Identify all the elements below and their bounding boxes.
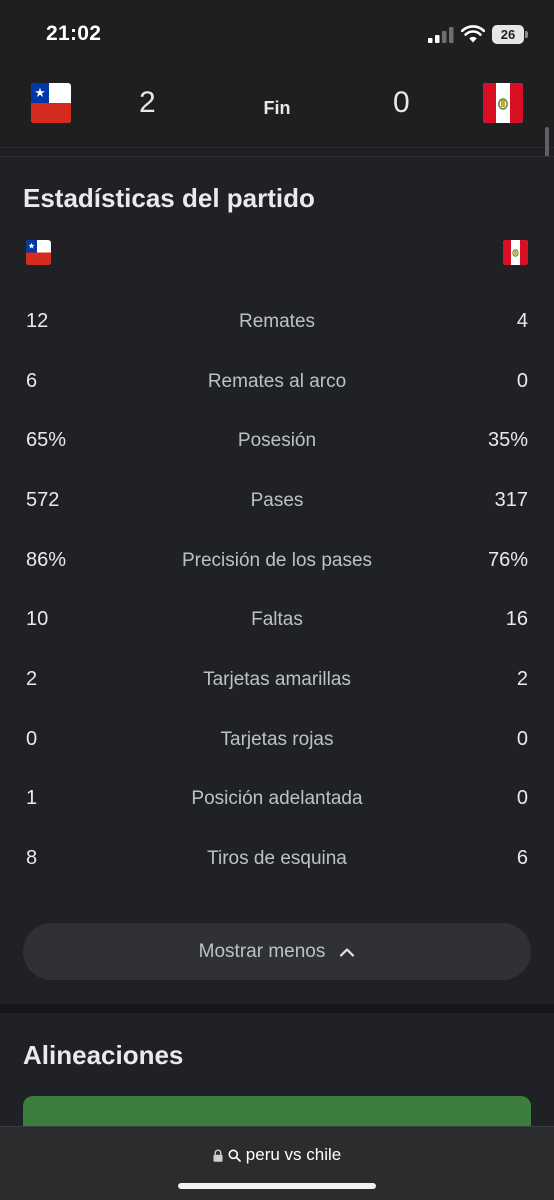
- stat-row-passes: 572 Pases 317: [0, 481, 554, 521]
- away-score: 0: [393, 86, 410, 119]
- stat-row-possession: 65% Posesión 35%: [0, 421, 554, 461]
- browser-url-bar[interactable]: peru vs chile: [0, 1126, 554, 1200]
- stat-away-value: 0: [516, 728, 528, 750]
- stat-row-corners: 8 Tiros de esquina 6: [0, 839, 554, 879]
- stat-away-value: 16: [505, 608, 528, 630]
- chevron-up-icon: [340, 947, 355, 957]
- stat-row-yellow-cards: 2 Tarjetas amarillas 2: [0, 660, 554, 700]
- status-time: 21:02: [46, 22, 102, 45]
- stat-label: Tarjetas rojas: [220, 729, 334, 750]
- search-icon: [228, 1149, 241, 1162]
- stat-label: Tarjetas amarillas: [203, 669, 351, 690]
- stat-away-value: 76%: [487, 549, 528, 571]
- stat-label: Pases: [250, 490, 304, 511]
- stat-row-shots-on-target: 6 Remates al arco 0: [0, 362, 554, 402]
- section-divider: [0, 1004, 554, 1013]
- show-less-button[interactable]: Mostrar menos: [23, 923, 531, 980]
- peru-flag-icon: [503, 240, 528, 265]
- stat-away-value: 2: [516, 668, 528, 690]
- stat-label: Precisión de los pases: [181, 550, 373, 571]
- stats-title: Estadísticas del partido: [23, 183, 315, 213]
- score-header: 2 Fin 0: [0, 72, 554, 148]
- stat-row-offsides: 1 Posición adelantada 0: [0, 779, 554, 819]
- stat-away-value: 0: [516, 787, 528, 809]
- url-field[interactable]: peru vs chile: [0, 1145, 554, 1165]
- lock-icon: [213, 1149, 223, 1162]
- wifi-icon: [461, 25, 485, 43]
- stat-row-pass-accuracy: 86% Precisión de los pases 76%: [0, 541, 554, 581]
- stat-label: Tiros de esquina: [207, 848, 347, 869]
- peru-flag-icon[interactable]: [483, 83, 523, 123]
- stat-label: Posesión: [237, 430, 317, 451]
- match-stats-card: Estadísticas del partido 12 Remates 4 6 …: [0, 156, 554, 1004]
- show-less-label: Mostrar menos: [198, 940, 326, 962]
- stat-away-value: 317: [494, 489, 528, 511]
- stat-row-fouls: 10 Faltas 16: [0, 600, 554, 640]
- home-indicator[interactable]: [178, 1183, 376, 1189]
- stat-row-red-cards: 0 Tarjetas rojas 0: [0, 720, 554, 760]
- stat-label: Faltas: [251, 609, 303, 630]
- stat-away-value: 35%: [487, 429, 528, 451]
- stat-label: Posición adelantada: [191, 788, 363, 809]
- status-bar: 21:02 26: [0, 0, 554, 72]
- signal-icon: [428, 27, 454, 43]
- chile-flag-icon: [26, 240, 51, 265]
- stat-away-value: 4: [516, 310, 528, 332]
- battery-icon: 26: [492, 25, 528, 44]
- battery-level: 26: [500, 27, 516, 42]
- match-status: Fin: [263, 98, 291, 118]
- stat-row-shots: 12 Remates 4: [0, 302, 554, 342]
- stat-label: Remates al arco: [207, 371, 347, 392]
- lineups-title: Alineaciones: [23, 1040, 184, 1070]
- stat-away-value: 0: [516, 370, 528, 392]
- stat-label: Remates: [238, 311, 316, 332]
- url-query: peru vs chile: [245, 1145, 342, 1164]
- stat-away-value: 6: [516, 847, 528, 869]
